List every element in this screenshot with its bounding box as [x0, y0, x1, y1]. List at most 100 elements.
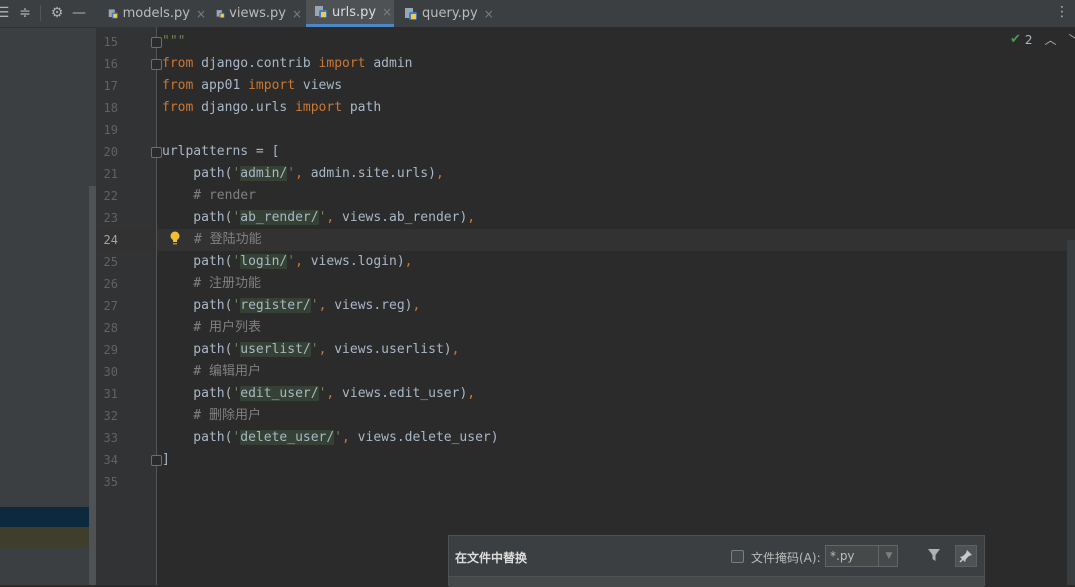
- code-line-23: path('ab_render/', views.ab_render),: [162, 207, 475, 229]
- tab-urls-py[interactable]: urls.py ×: [306, 0, 394, 27]
- string-quote: ': [287, 166, 296, 181]
- code-text: app01: [193, 78, 249, 93]
- string-literal: edit_user/: [240, 386, 319, 401]
- line-number: 31: [103, 387, 118, 401]
- gear-icon[interactable]: ⚙: [48, 4, 66, 22]
- pin-button[interactable]: [955, 545, 977, 567]
- code-text: views.delete_user): [349, 430, 499, 445]
- tab-query-py[interactable]: query.py ×: [396, 0, 496, 27]
- comma: ,: [451, 342, 460, 357]
- keyword: from: [162, 78, 194, 93]
- code-line-29: path('userlist/', views.userlist),: [162, 339, 459, 361]
- chevron-up-icon[interactable]: ︿: [1045, 31, 1057, 48]
- toolbar-divider: [40, 5, 41, 21]
- line-number: 29: [103, 343, 118, 357]
- line-number: 23: [103, 211, 118, 225]
- code-line-25: path('login/', views.login),: [162, 251, 412, 273]
- comment: # 登陆功能: [194, 232, 262, 247]
- pin-icon: [959, 550, 972, 563]
- close-icon[interactable]: ×: [196, 7, 206, 21]
- line-number: 30: [103, 365, 118, 379]
- string-literal: login/: [240, 254, 288, 269]
- dialog-search-field[interactable]: [449, 576, 984, 587]
- line-number: 22: [103, 189, 118, 203]
- code-text: path(: [162, 430, 233, 445]
- code-text: urlpatterns = [: [162, 144, 280, 159]
- line-number: 33: [103, 431, 118, 445]
- code-text: path(: [162, 166, 233, 181]
- code-line-34: ]: [162, 449, 170, 471]
- minimize-icon[interactable]: —: [70, 4, 88, 22]
- code-line-27: path('register/', views.reg),: [162, 295, 420, 317]
- expand-all-icon[interactable]: ≑: [16, 4, 34, 22]
- comma: ,: [342, 430, 350, 445]
- editor-scrollbar[interactable]: [1067, 240, 1075, 585]
- comma: ,: [412, 298, 421, 313]
- project-scrollbar[interactable]: [89, 186, 96, 585]
- file-mask-checkbox[interactable]: [731, 550, 744, 563]
- highlighted-tree-row[interactable]: [0, 527, 96, 547]
- project-toolbar: ☰ ≑ ⚙ —: [0, 0, 96, 28]
- code-line-32: # 删除用户: [162, 405, 261, 427]
- code-text: views.userlist): [326, 342, 452, 357]
- line-number: 27: [103, 299, 118, 313]
- keyword: import: [295, 100, 343, 115]
- code-line-31: path('edit_user/', views.edit_user),: [162, 383, 475, 405]
- tab-views-py[interactable]: views.py ×: [208, 0, 302, 27]
- line-number: 16: [103, 57, 118, 71]
- code-text: admin: [365, 56, 413, 71]
- line-number: 19: [103, 123, 118, 137]
- lightbulb-icon[interactable]: [170, 231, 180, 245]
- tab-models-py[interactable]: models.py ×: [100, 0, 206, 27]
- close-icon[interactable]: ×: [382, 5, 392, 19]
- code-line-15: """: [162, 31, 185, 53]
- close-icon[interactable]: ×: [484, 7, 494, 21]
- check-icon: ✔: [1010, 32, 1021, 47]
- code-line-21: path('admin/', admin.site.urls),: [162, 163, 444, 185]
- file-mask-label: 文件掩码(A):: [751, 551, 821, 565]
- string-quote: ': [310, 298, 319, 313]
- selected-tree-row[interactable]: [0, 507, 96, 527]
- collapse-all-icon[interactable]: ☰: [0, 4, 12, 22]
- file-mask-select[interactable]: *.py ▼: [825, 545, 898, 567]
- more-tabs-icon[interactable]: ⋮: [1055, 4, 1069, 20]
- inspection-widget[interactable]: ✔ 2 ︿ ﹀: [1010, 31, 1075, 48]
- string-literal: delete_user/: [240, 430, 335, 445]
- code-line-22: # render: [162, 185, 256, 207]
- line-number: 32: [103, 409, 118, 423]
- string-literal: register/: [240, 298, 311, 313]
- comment: # 注册功能: [162, 276, 261, 291]
- line-number: 25: [103, 255, 118, 269]
- code-line-16: from django.contrib import admin: [162, 53, 412, 75]
- python-file-icon: [108, 8, 118, 19]
- comment: # 编辑用户: [162, 364, 261, 379]
- file-mask-value: *.py: [830, 549, 855, 563]
- code-line-28: # 用户列表: [162, 317, 261, 339]
- string-quote: ': [334, 430, 343, 445]
- code-text: path(: [162, 298, 233, 313]
- chevron-down-icon[interactable]: ▼: [878, 546, 899, 566]
- line-number: 21: [103, 167, 118, 181]
- line-number: 17: [103, 79, 118, 93]
- comma: ,: [295, 166, 303, 181]
- gutter-separator: [156, 27, 157, 585]
- fold-marker-icon[interactable]: [151, 147, 162, 158]
- editor-tab-bar: models.py × views.py × urls.py × query.p…: [96, 0, 1075, 28]
- fold-marker-icon[interactable]: [151, 59, 162, 70]
- replace-in-files-dialog: 在文件中替换 文件掩码(A): *.py ▼: [448, 535, 985, 587]
- filter-icon[interactable]: [927, 548, 941, 562]
- keyword: import: [248, 78, 296, 93]
- line-number: 35: [103, 475, 118, 489]
- python-file-icon: [216, 9, 225, 18]
- keyword: from: [162, 100, 194, 115]
- line-number: 18: [103, 101, 118, 115]
- code-text: path: [342, 100, 382, 115]
- code-line-33: path('delete_user/', views.delete_user): [162, 427, 499, 449]
- chevron-down-icon[interactable]: ﹀: [1069, 31, 1075, 48]
- fold-marker-icon[interactable]: [151, 455, 162, 466]
- string-quote: ': [310, 342, 319, 357]
- fold-marker-icon[interactable]: [151, 37, 162, 48]
- code-line-18: from django.urls import path: [162, 97, 381, 119]
- line-number: 28: [103, 321, 118, 335]
- close-icon[interactable]: ×: [292, 7, 302, 21]
